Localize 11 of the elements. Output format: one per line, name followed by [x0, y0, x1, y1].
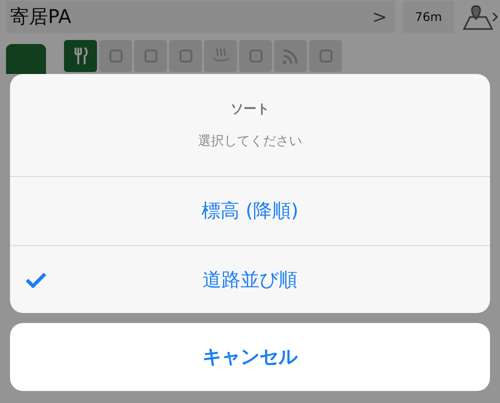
- map-pin-icon[interactable]: [462, 3, 498, 31]
- sort-option[interactable]: 道路並び順: [10, 245, 490, 313]
- checkmark-icon: [25, 272, 47, 288]
- place-title: 寄居PA: [10, 5, 72, 30]
- sheet-title: ソート: [230, 101, 270, 118]
- chevron-icon: >: [372, 6, 388, 28]
- cancel-button[interactable]: キャンセル: [10, 323, 490, 391]
- sort-option[interactable]: 標高 (降順): [10, 177, 490, 245]
- sheet-message: 選択してください: [198, 133, 302, 150]
- distance-label: 76m: [403, 1, 454, 33]
- header-bar[interactable]: 寄居PA >: [6, 1, 396, 33]
